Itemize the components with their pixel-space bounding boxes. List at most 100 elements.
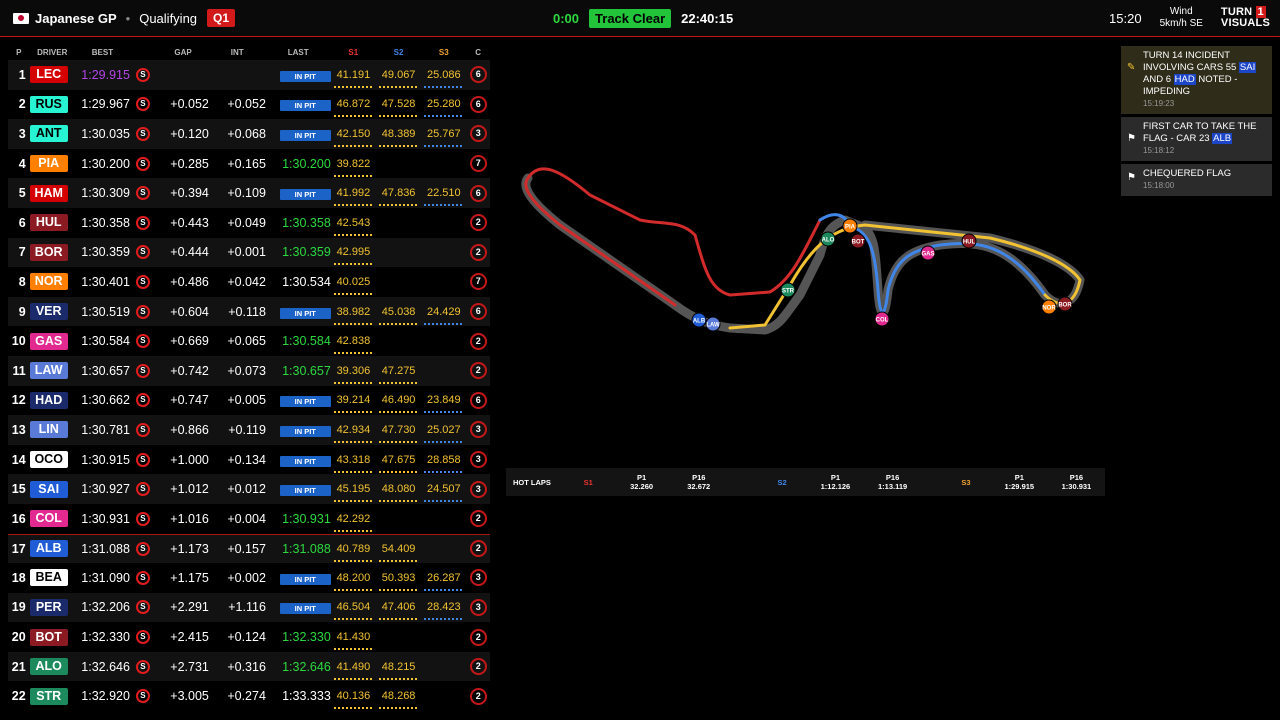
position: 8 <box>18 274 26 289</box>
in-pit-badge: IN PIT <box>279 70 331 82</box>
table-row[interactable]: 15 SAI 1:30.927 S +1.012 +0.012 IN PIT 45.195 48… <box>8 474 490 504</box>
map-car-label: COL <box>876 318 889 324</box>
laps-cell: 7 <box>466 155 490 173</box>
sector3: 24.507 <box>421 483 466 503</box>
interval: +0.109 <box>227 186 266 201</box>
table-row[interactable]: 21 ALO 1:32.646 S +2.731 +0.316 1:32.646 41.490… <box>8 651 490 682</box>
table-row[interactable]: 1 LEC 1:29.915 S IN PIT 41.191 49.067 25.086 6 <box>8 60 490 90</box>
hot-laps-s3: S3 <box>961 477 971 487</box>
sector1: 40.789 <box>331 543 376 562</box>
table-row[interactable]: 7 BOR 1:30.359 S +0.444 +0.001 1:30.359 42.995 2 <box>8 237 490 268</box>
table-row[interactable]: 13 LIN 1:30.781 S +0.866 +0.119 IN PIT 42.934 47… <box>8 415 490 445</box>
table-row[interactable]: 4 PIA 1:30.200 S +0.285 +0.165 1:30.200 39.822 7 <box>8 149 490 179</box>
soft-tyre-icon: S <box>135 511 150 526</box>
interval: +0.012 <box>227 482 266 497</box>
gap: +0.604 <box>170 304 209 319</box>
col-int: INT <box>230 47 244 57</box>
sector3: 26.287 <box>421 572 466 591</box>
timing-header: P DRIVER BEST GAP INT LAST S1 S2 S3 C <box>8 44 490 60</box>
message-text: TURN 14 INCIDENT INVOLVING CARS 55 SAI A… <box>1143 50 1257 97</box>
sector2: 48.215 <box>376 661 421 680</box>
soft-tyre-icon: S <box>135 156 150 171</box>
table-row[interactable]: 11 LAW 1:30.657 S +0.742 +0.073 1:30.657 39.306… <box>8 355 490 386</box>
table-row[interactable]: 18 BEA 1:31.090 S +1.175 +0.002 IN PIT 48.200 50… <box>8 563 490 593</box>
table-row[interactable]: 9 VER 1:30.519 S +0.604 +0.118 IN PIT 38.982 45.… <box>8 296 490 327</box>
laps-count: 6 <box>469 391 487 409</box>
col-pos: P <box>16 47 22 57</box>
best-time: 1:31.088 <box>81 541 130 556</box>
in-pit-badge: IN PIT <box>279 603 331 615</box>
laps-cell: 6 <box>466 184 490 202</box>
interval: +0.119 <box>228 422 266 437</box>
last-lap: IN PIT <box>266 423 331 437</box>
hot-laps-s1-p16: P16 32.672 <box>687 473 711 491</box>
interval: +0.073 <box>227 363 266 378</box>
hot-laps-s1-p1: P1 32.260 <box>630 473 654 491</box>
interval: +0.001 <box>227 245 266 260</box>
best-time: 1:32.330 <box>81 630 130 645</box>
driver-tla: PER <box>29 598 68 616</box>
sector3: 25.280 <box>421 98 466 118</box>
driver-cell: RUS <box>29 95 75 113</box>
table-row[interactable]: 20 BOT 1:32.330 S +2.415 +0.124 1:32.330 41.430… <box>8 622 490 652</box>
table-row[interactable]: 14 OCO 1:30.915 S +1.000 +0.134 IN PIT 43.318 47… <box>8 445 490 475</box>
gap: +0.394 <box>170 186 209 201</box>
sector1: 41.430 <box>331 631 376 651</box>
table-row[interactable]: 10 GAS 1:30.584 S +0.669 +0.065 1:30.584 42.838… <box>8 326 490 356</box>
last-lap: IN PIT <box>266 571 331 585</box>
soft-tyre-icon: S <box>135 600 150 615</box>
sector2: 48.080 <box>376 483 421 503</box>
sector1: 42.150 <box>331 128 376 147</box>
driver-cell: VER <box>29 303 75 321</box>
laps-count: 2 <box>469 628 487 646</box>
laps-count: 2 <box>469 540 487 558</box>
table-row[interactable]: 19 PER 1:32.206 S +2.291 +1.116 IN PIT 46.504 47… <box>8 592 490 623</box>
message-text: CHEQUERED FLAG <box>1143 168 1232 179</box>
soft-tyre-icon: S <box>135 630 150 645</box>
table-row[interactable]: 2 RUS 1:29.967 S +0.052 +0.052 IN PIT 46.872 47.… <box>8 90 490 120</box>
position: 19 <box>11 600 26 615</box>
interval: +0.052 <box>227 97 266 112</box>
laps-count: 6 <box>469 303 487 321</box>
laps-count: 7 <box>469 155 487 173</box>
table-row[interactable]: 6 HUL 1:30.358 S +0.443 +0.049 1:30.358 42.543 2 <box>8 208 490 238</box>
in-pit-badge: IN PIT <box>279 100 331 112</box>
soft-tyre-icon: S <box>135 67 150 82</box>
sector3: 23.849 <box>421 394 466 414</box>
table-row[interactable]: 5 HAM 1:30.309 S +0.394 +0.109 IN PIT 41.992 47.… <box>8 178 490 208</box>
gap: +2.731 <box>170 659 209 674</box>
gap: +2.291 <box>170 600 209 615</box>
best-time: 1:32.206 <box>81 600 130 615</box>
table-row[interactable]: 22 STR 1:32.920 S +3.005 +0.274 1:33.333 40.136… <box>8 681 490 711</box>
driver-cell: ANT <box>29 125 75 143</box>
in-pit-badge: IN PIT <box>279 573 331 585</box>
sector2: 48.389 <box>376 128 421 147</box>
best-time: 1:31.090 <box>81 570 130 585</box>
table-row[interactable]: 16 COL 1:30.931 S +1.016 +0.004 1:30.931 42.292… <box>8 504 490 534</box>
driver-tla: LAW <box>29 362 68 380</box>
driver-cell: HUL <box>29 214 75 232</box>
position: 9 <box>18 304 26 319</box>
driver-tla: SAI <box>29 480 68 498</box>
sector1: 41.191 <box>331 69 376 88</box>
table-row[interactable]: 3 ANT 1:30.035 S +0.120 +0.068 IN PIT 42.150 48.… <box>8 119 490 149</box>
last-lap: 1:30.584 <box>282 334 331 349</box>
soft-tyre-icon: S <box>135 334 150 349</box>
driver-tla: VER <box>29 303 68 321</box>
map-car-label: GAS <box>921 252 934 258</box>
laps-cell: 3 <box>466 451 490 469</box>
soft-tyre-icon: S <box>135 363 150 378</box>
interval: +0.042 <box>227 274 266 289</box>
last-lap: 1:30.534 <box>282 274 331 289</box>
driver-cell: PER <box>29 598 75 616</box>
sector2: 47.675 <box>376 454 421 473</box>
table-row[interactable]: 17 ALB 1:31.088 S +1.173 +0.157 1:31.088 40.789… <box>8 533 490 564</box>
driver-cell: LEC <box>29 66 75 84</box>
map-car-label: NOR <box>1042 306 1056 312</box>
driver-tla: STR <box>29 687 68 705</box>
driver-cell: HAD <box>29 391 75 409</box>
table-row[interactable]: 8 NOR 1:30.401 S +0.486 +0.042 1:30.534 40.025 7 <box>8 267 490 297</box>
table-row[interactable]: 12 HAD 1:30.662 S +0.747 +0.005 IN PIT 39.214 46… <box>8 386 490 416</box>
driver-tla: ANT <box>29 125 68 143</box>
event-info: Japanese GP • Qualifying Q1 <box>13 0 236 36</box>
